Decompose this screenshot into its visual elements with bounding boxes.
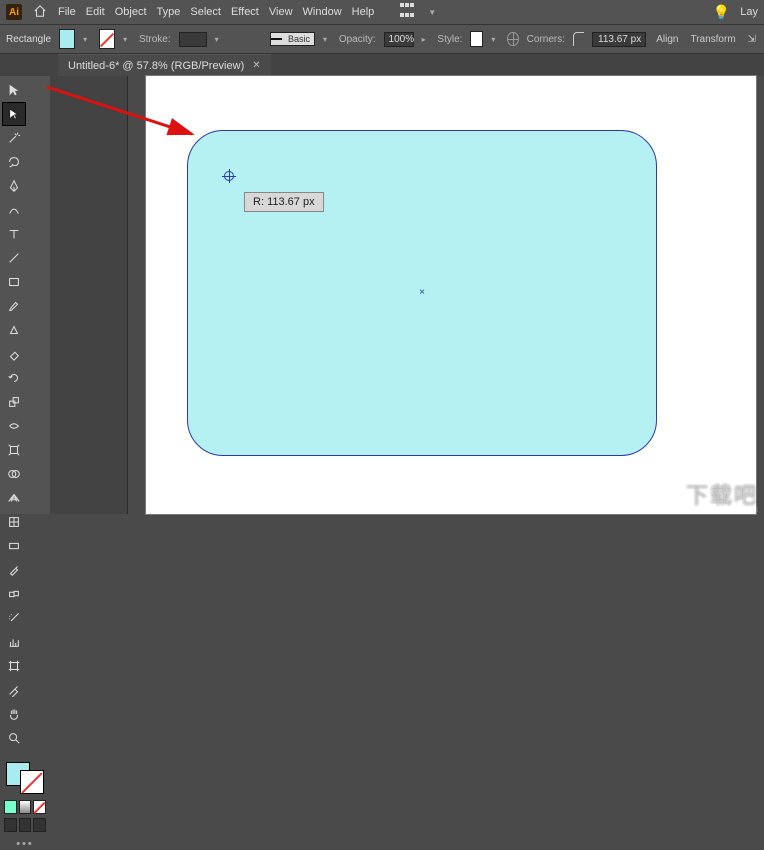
radius-tooltip-value: 113.67 px (267, 196, 315, 208)
radius-tooltip-label: R: (253, 196, 264, 208)
toolbar-more-icon[interactable]: ••• (2, 834, 48, 850)
artboard-tool[interactable] (3, 655, 25, 677)
stroke-weight-field[interactable] (179, 32, 207, 47)
screen-mode-row (2, 816, 48, 834)
menu-bar: Ai File Edit Object Type Select Effect V… (0, 0, 764, 24)
eraser-tool[interactable] (3, 343, 25, 365)
corner-type-icon[interactable] (573, 32, 584, 46)
graphic-style-swatch[interactable] (470, 31, 483, 47)
stroke-label: Stroke: (139, 34, 171, 45)
color-mode-row (2, 798, 48, 816)
stroke-swatch[interactable] (99, 29, 115, 49)
transform-button[interactable]: Transform (688, 34, 737, 45)
blend-tool[interactable] (3, 583, 25, 605)
app-logo: Ai (6, 4, 22, 20)
shape-builder-tool[interactable] (3, 463, 25, 485)
scale-tool[interactable] (3, 391, 25, 413)
shape-center-marker: × (419, 290, 425, 296)
magic-wand-tool[interactable] (3, 127, 25, 149)
draw-behind-icon[interactable] (19, 818, 32, 832)
shaper-tool[interactable] (3, 319, 25, 341)
type-tool[interactable] (3, 223, 25, 245)
chevron-down-icon[interactable]: ▾ (83, 35, 91, 44)
document-tab-strip: Untitled-6* @ 57.8% (RGB/Preview) ✕ (0, 54, 764, 76)
slice-tool[interactable] (3, 679, 25, 701)
close-icon[interactable]: ✕ (252, 60, 260, 71)
symbol-sprayer-tool[interactable] (3, 607, 25, 629)
color-mode-none[interactable] (33, 800, 46, 814)
menu-edit[interactable]: Edit (86, 6, 105, 18)
control-bar: Rectangle ▾ ▾ Stroke: ▾ Basic ▾ Opacity:… (0, 24, 764, 54)
draw-normal-icon[interactable] (4, 818, 17, 832)
corners-label: Corners: (527, 34, 565, 45)
chevron-down-icon[interactable]: ▾ (215, 35, 223, 44)
stroke-color-swatch[interactable] (20, 770, 44, 794)
selection-tool[interactable] (3, 79, 25, 101)
menu-file[interactable]: File (58, 6, 76, 18)
radius-tooltip: R: 113.67 px (244, 192, 324, 212)
arrange-documents-icon[interactable] (400, 3, 418, 21)
chevron-down-icon[interactable]: ▾ (491, 35, 499, 44)
fill-stroke-control[interactable] (4, 760, 46, 794)
document-tab[interactable]: Untitled-6* @ 57.8% (RGB/Preview) ✕ (58, 54, 271, 76)
free-transform-tool[interactable] (3, 439, 25, 461)
menu-help[interactable]: Help (352, 6, 375, 18)
opacity-field[interactable]: 100% (384, 32, 414, 47)
gradient-tool[interactable] (3, 535, 25, 557)
watermark-url: www.xiazaiba.com (684, 504, 758, 514)
rounded-rectangle-shape[interactable]: × (187, 130, 657, 456)
direct-selection-tool[interactable] (3, 103, 25, 125)
menu-type[interactable]: Type (157, 6, 181, 18)
rotate-tool[interactable] (3, 367, 25, 389)
menu-object[interactable]: Object (115, 6, 147, 18)
brush-definition-label: Basic (288, 34, 310, 44)
pen-tool[interactable] (3, 175, 25, 197)
tips-bulb-icon[interactable]: 💡 (713, 4, 730, 21)
mesh-tool[interactable] (3, 511, 25, 533)
draw-inside-icon[interactable] (33, 818, 46, 832)
rectangle-tool[interactable] (3, 271, 25, 293)
home-icon[interactable] (32, 4, 48, 21)
document-tab-title: Untitled-6* @ 57.8% (RGB/Preview) (68, 60, 244, 72)
chevron-right-icon[interactable]: ▸ (422, 35, 430, 44)
width-tool[interactable] (3, 415, 25, 437)
isolate-icon[interactable]: ⇲ (746, 34, 758, 45)
style-label: Style: (437, 34, 462, 45)
chevron-down-icon[interactable]: ▾ (123, 35, 131, 44)
menu-effect[interactable]: Effect (231, 6, 259, 18)
align-button[interactable]: Align (654, 34, 680, 45)
active-shape-label: Rectangle (6, 34, 51, 45)
opacity-label: Opacity: (339, 34, 376, 45)
panel-dock-gutter (50, 76, 128, 514)
color-mode-gradient[interactable] (19, 800, 32, 814)
perspective-grid-tool[interactable] (3, 487, 25, 509)
workspace-switcher[interactable]: Lay (740, 6, 758, 18)
corner-radius-field[interactable]: 113.67 px (592, 32, 646, 47)
eyedropper-tool[interactable] (3, 559, 25, 581)
recolor-icon[interactable] (507, 32, 518, 46)
fill-swatch[interactable] (59, 29, 75, 49)
menu-view[interactable]: View (269, 6, 293, 18)
chevron-down-icon[interactable]: ▼ (428, 8, 438, 17)
brush-definition[interactable]: Basic (270, 32, 315, 46)
chevron-down-icon[interactable]: ▾ (323, 35, 331, 44)
line-tool[interactable] (3, 247, 25, 269)
zoom-tool[interactable] (3, 727, 25, 749)
lasso-tool[interactable] (3, 151, 25, 173)
paintbrush-tool[interactable] (3, 295, 25, 317)
menu-window[interactable]: Window (303, 6, 342, 18)
hand-tool[interactable] (3, 703, 25, 725)
menu-select[interactable]: Select (190, 6, 221, 18)
corner-radius-widget[interactable] (224, 171, 234, 181)
column-graph-tool[interactable] (3, 631, 25, 653)
tool-panel: ••• (0, 76, 50, 514)
color-mode-color[interactable] (4, 800, 17, 814)
curvature-tool[interactable] (3, 199, 25, 221)
